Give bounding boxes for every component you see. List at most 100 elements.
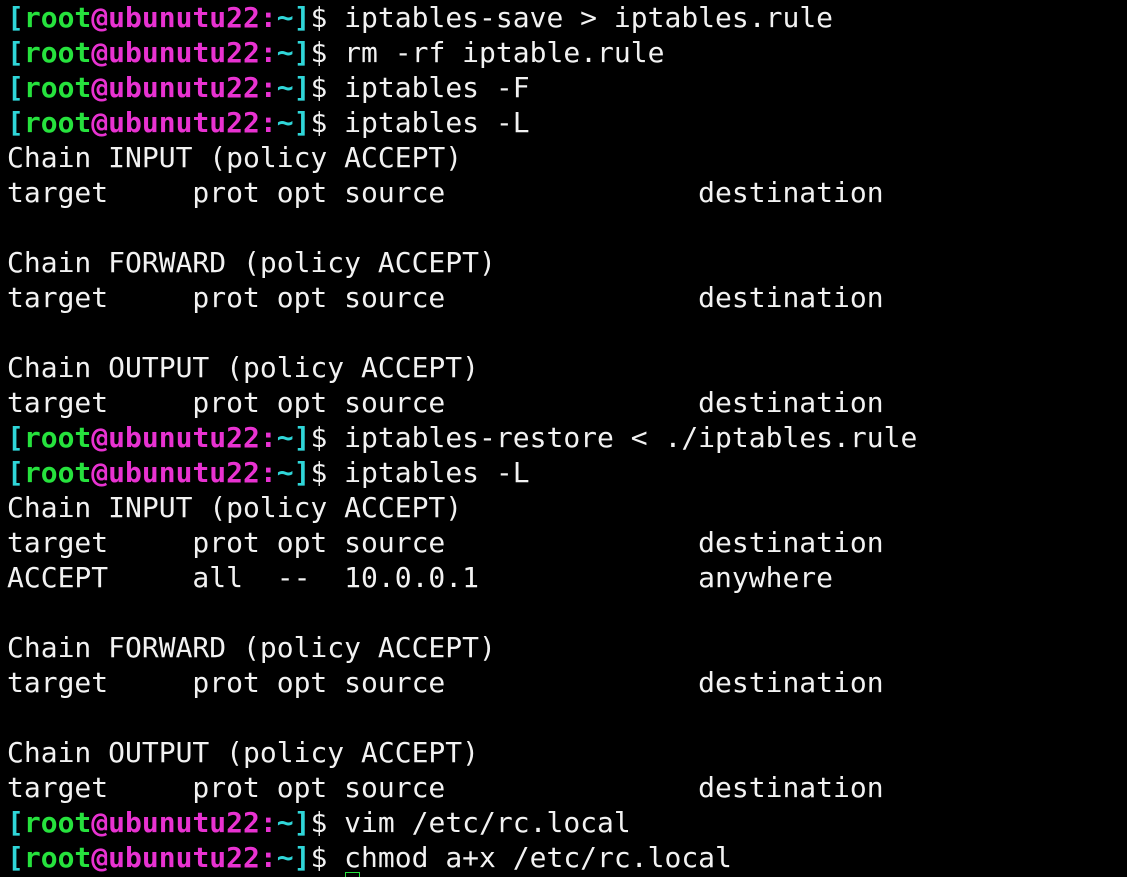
prompt-line: [root@ubunutu22:~]$ iptables-restore < .… xyxy=(7,420,1127,455)
prompt-path: ~ xyxy=(276,1,294,34)
output-text: target prot opt source destination xyxy=(7,666,884,699)
output-line: target prot opt source destination xyxy=(7,175,1127,210)
output-text: ACCEPT all -- 10.0.0.1 anywhere xyxy=(7,561,834,594)
prompt-user: root xyxy=(23,1,92,34)
prompt-dollar: $ xyxy=(310,806,345,839)
prompt-close-bracket: ] xyxy=(293,806,311,839)
prompt-line: [root@ubunutu22:~]$ vim /etc/rc.local xyxy=(7,805,1127,840)
prompt-hostname: ubunutu22 xyxy=(108,36,260,69)
prompt-path: ~ xyxy=(276,456,294,489)
prompt-dollar: $ xyxy=(310,841,345,874)
output-text: target prot opt source destination xyxy=(7,386,884,419)
prompt-hostname: ubunutu22 xyxy=(108,71,260,104)
prompt-hostname: ubunutu22 xyxy=(108,106,260,139)
prompt-line: [root@ubunutu22:~]$ chmod a+x /etc/rc.lo… xyxy=(7,840,1127,875)
command-text: iptables -L xyxy=(344,456,530,489)
prompt-path: ~ xyxy=(276,36,294,69)
prompt-user: root xyxy=(23,36,92,69)
output-line: target prot opt source destination xyxy=(7,525,1127,560)
prompt-dollar: $ xyxy=(310,106,345,139)
prompt-colon: : xyxy=(259,71,277,104)
prompt-at-sign: @ xyxy=(91,71,109,104)
prompt-close-bracket: ] xyxy=(293,71,311,104)
prompt-close-bracket: ] xyxy=(293,421,311,454)
prompt-hostname: ubunutu22 xyxy=(108,456,260,489)
prompt-at-sign: @ xyxy=(91,1,109,34)
prompt-line: [root@ubunutu22:~]$ iptables-save > ipta… xyxy=(7,0,1127,35)
output-line: Chain INPUT (policy ACCEPT) xyxy=(7,140,1127,175)
output-text: target prot opt source destination xyxy=(7,176,884,209)
prompt-open-bracket: [ xyxy=(7,806,24,839)
prompt-path: ~ xyxy=(276,841,294,874)
prompt-dollar: $ xyxy=(310,421,345,454)
command-text: iptables -L xyxy=(344,106,530,139)
prompt-at-sign: @ xyxy=(91,36,109,69)
prompt-at-sign: @ xyxy=(91,421,109,454)
output-line: Chain FORWARD (policy ACCEPT) xyxy=(7,630,1127,665)
output-text: Chain INPUT (policy ACCEPT) xyxy=(7,491,463,524)
prompt-hostname: ubunutu22 xyxy=(108,841,260,874)
command-text: iptables -F xyxy=(344,71,530,104)
output-line: target prot opt source destination xyxy=(7,770,1127,805)
prompt-open-bracket: [ xyxy=(7,36,24,69)
output-line: Chain OUTPUT (policy ACCEPT) xyxy=(7,735,1127,770)
prompt-user: root xyxy=(23,841,92,874)
prompt-colon: : xyxy=(259,36,277,69)
output-line: target prot opt source destination xyxy=(7,280,1127,315)
prompt-colon: : xyxy=(259,841,277,874)
command-text: iptables-restore < ./iptables.rule xyxy=(344,421,918,454)
prompt-user: root xyxy=(23,806,92,839)
prompt-open-bracket: [ xyxy=(7,841,24,874)
output-text: target prot opt source destination xyxy=(7,281,884,314)
prompt-hostname: ubunutu22 xyxy=(108,421,260,454)
prompt-at-sign: @ xyxy=(91,456,109,489)
text-cursor xyxy=(345,872,360,877)
output-text: Chain INPUT (policy ACCEPT) xyxy=(7,141,463,174)
prompt-close-bracket: ] xyxy=(293,36,311,69)
command-text: rm -rf iptable.rule xyxy=(344,36,665,69)
prompt-path: ~ xyxy=(276,421,294,454)
prompt-line: [root@ubunutu22:~]$ iptables -F xyxy=(7,70,1127,105)
prompt-open-bracket: [ xyxy=(7,106,24,139)
prompt-line: [root@ubunutu22:~]$ iptables -L xyxy=(7,105,1127,140)
prompt-colon: : xyxy=(259,456,277,489)
output-text: Chain FORWARD (policy ACCEPT) xyxy=(7,631,496,664)
prompt-close-bracket: ] xyxy=(293,106,311,139)
prompt-user: root xyxy=(23,421,92,454)
prompt-path: ~ xyxy=(276,71,294,104)
prompt-dollar: $ xyxy=(310,71,345,104)
output-text: Chain FORWARD (policy ACCEPT) xyxy=(7,246,496,279)
prompt-hostname: ubunutu22 xyxy=(108,806,260,839)
prompt-path: ~ xyxy=(276,806,294,839)
prompt-path: ~ xyxy=(276,106,294,139)
prompt-colon: : xyxy=(259,1,277,34)
prompt-dollar: $ xyxy=(310,456,345,489)
prompt-line: [root@ubunutu22:~]$ iptables -L xyxy=(7,455,1127,490)
command-text: chmod a+x /etc/rc.local xyxy=(344,841,732,874)
output-line: target prot opt source destination xyxy=(7,385,1127,420)
prompt-open-bracket: [ xyxy=(7,456,24,489)
prompt-close-bracket: ] xyxy=(293,1,311,34)
output-line: Chain OUTPUT (policy ACCEPT) xyxy=(7,350,1127,385)
prompt-close-bracket: ] xyxy=(293,456,311,489)
prompt-open-bracket: [ xyxy=(7,71,24,104)
output-text: target prot opt source destination xyxy=(7,771,884,804)
prompt-dollar: $ xyxy=(310,36,345,69)
prompt-at-sign: @ xyxy=(91,106,109,139)
output-line: ACCEPT all -- 10.0.0.1 anywhere xyxy=(7,560,1127,595)
prompt-hostname: ubunutu22 xyxy=(108,1,260,34)
terminal-window[interactable]: [root@ubunutu22:~]$ iptables-save > ipta… xyxy=(0,0,1127,877)
prompt-at-sign: @ xyxy=(91,841,109,874)
output-text: target prot opt source destination xyxy=(7,526,884,559)
prompt-dollar: $ xyxy=(310,1,345,34)
prompt-user: root xyxy=(23,71,92,104)
command-text: vim /etc/rc.local xyxy=(344,806,631,839)
prompt-line: [root@ubunutu22:~]$ rm -rf iptable.rule xyxy=(7,35,1127,70)
output-text: Chain OUTPUT (policy ACCEPT) xyxy=(7,351,480,384)
prompt-open-bracket: [ xyxy=(7,1,24,34)
output-line: target prot opt source destination xyxy=(7,665,1127,700)
prompt-colon: : xyxy=(259,106,277,139)
